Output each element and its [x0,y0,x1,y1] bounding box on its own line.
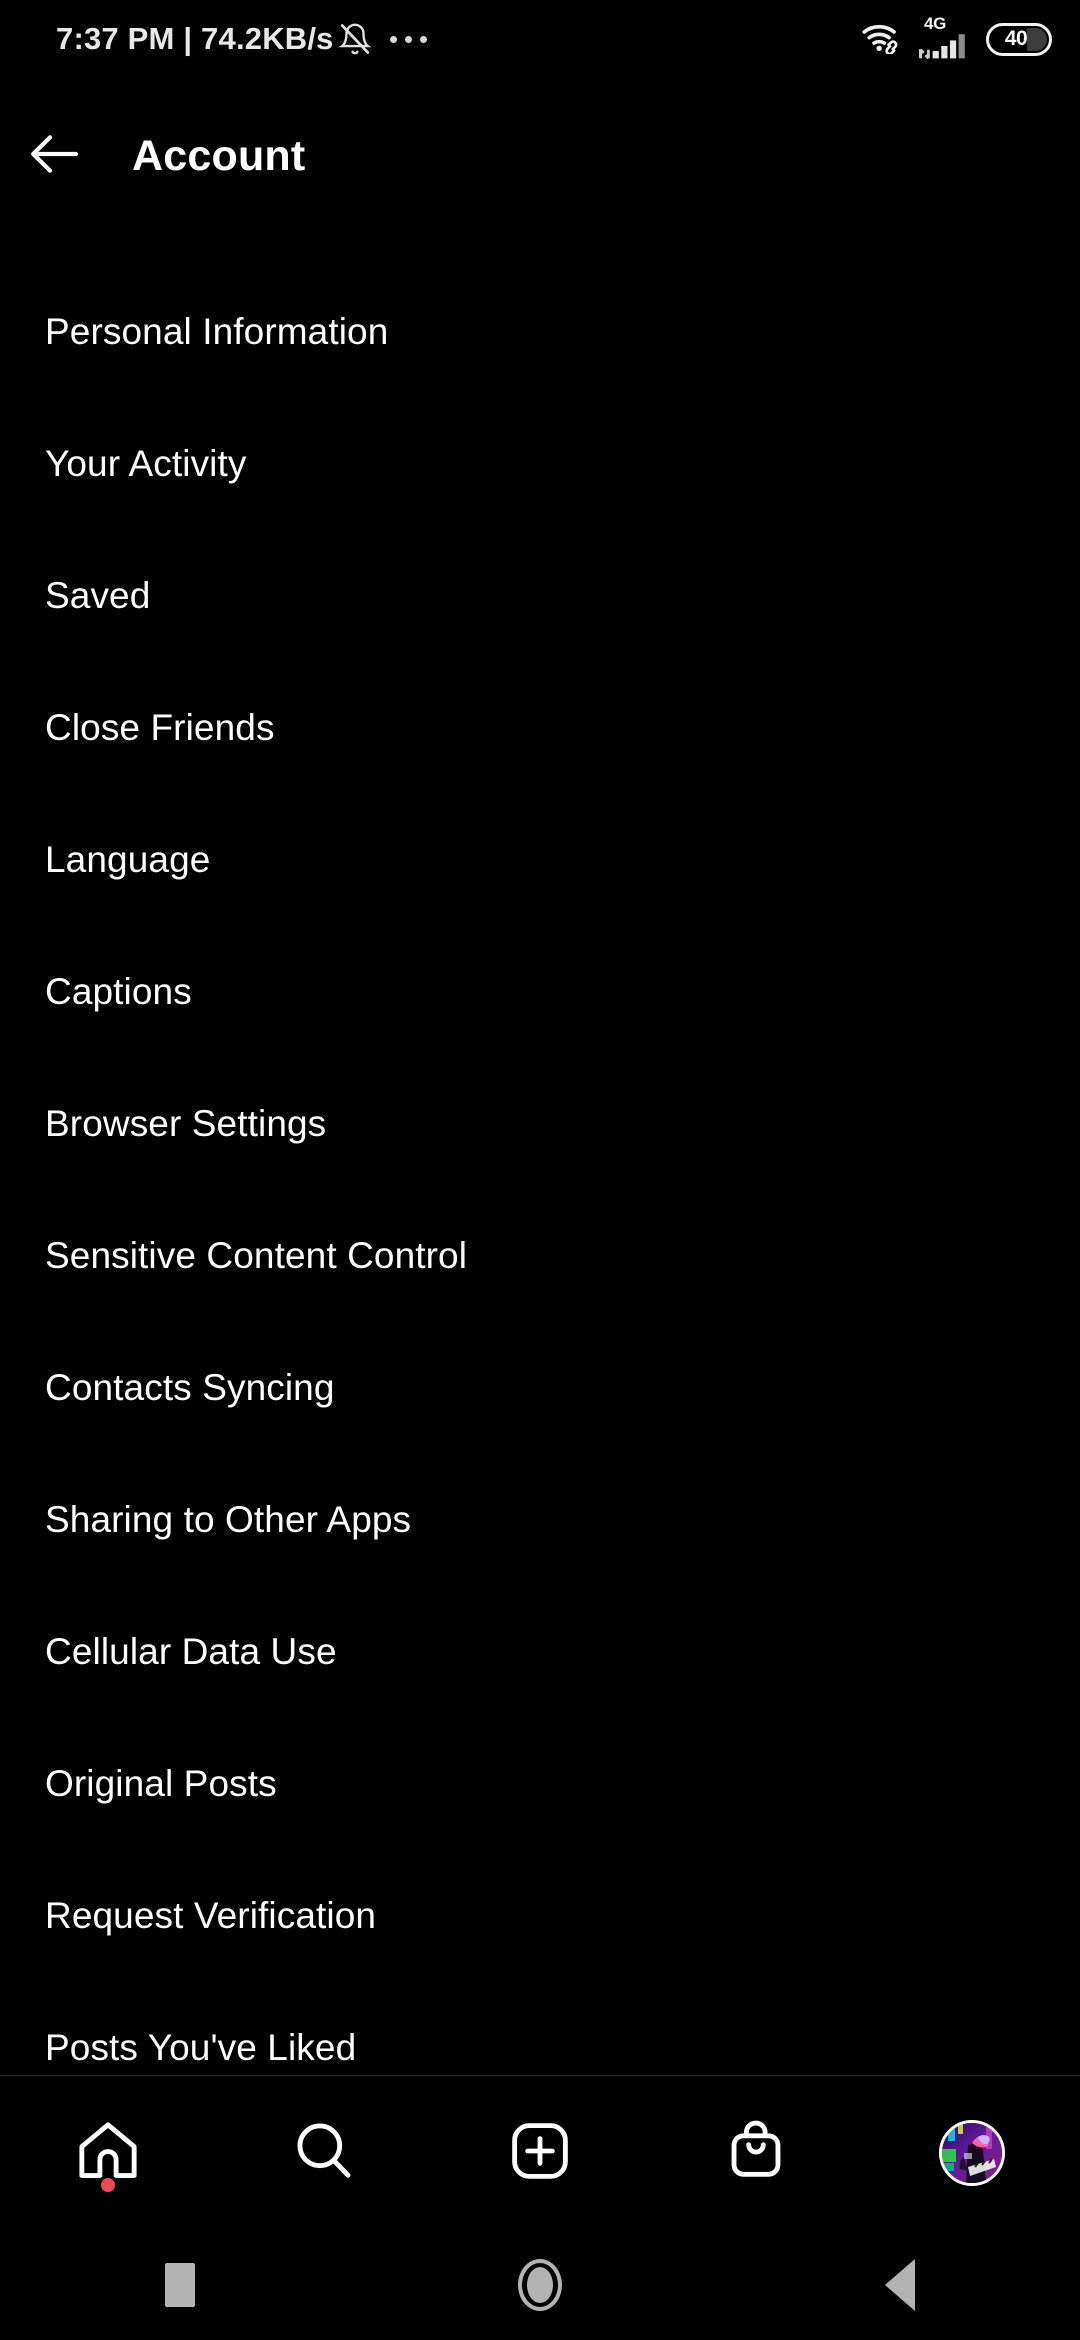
menu-item-label: Language [45,838,211,880]
menu-item-sharing-to-other-apps[interactable]: Sharing to Other Apps [0,1453,1080,1585]
bottom-navigation-bar [0,2076,1080,2230]
menu-item-your-activity[interactable]: Your Activity [0,397,1080,529]
clock-and-network-speed: 7:37 PM | 74.2KB/s [56,21,334,56]
menu-item-label: Your Activity [45,442,247,484]
android-home-button[interactable] [360,2230,720,2340]
menu-item-personal-information[interactable]: Personal Information [0,265,1080,397]
menu-item-label: Cellular Data Use [45,1630,337,1672]
nav-profile-button[interactable] [864,2076,1080,2230]
nav-shop-button[interactable] [648,2076,864,2230]
shopping-bag-icon [722,2117,790,2190]
battery-indicator: 40 [986,22,1052,56]
status-bar-right: 4G 40 [860,15,1052,64]
menu-item-request-verification[interactable]: Request Verification [0,1849,1080,1981]
menu-item-label: Sharing to Other Apps [45,1498,412,1540]
nav-search-button[interactable] [216,2076,432,2230]
status-bar-left: 7:37 PM | 74.2KB/s [56,21,427,57]
account-settings-list[interactable]: Personal Information Your Activity Saved… [0,265,1080,2075]
menu-item-posts-youve-liked[interactable]: Posts You've Liked [0,1981,1080,2075]
bell-muted-icon [337,22,372,56]
menu-item-browser-settings[interactable]: Browser Settings [0,1057,1080,1189]
nav-create-button[interactable] [432,2076,648,2230]
arrow-left-icon [28,131,82,182]
menu-item-contacts-syncing[interactable]: Contacts Syncing [0,1321,1080,1453]
search-icon [290,2117,358,2190]
plus-square-icon [506,2117,574,2190]
avatar [939,2120,1005,2186]
android-system-navigation [0,2230,1080,2340]
menu-item-label: Saved [45,574,151,616]
menu-item-cellular-data-use[interactable]: Cellular Data Use [0,1585,1080,1717]
menu-item-label: Browser Settings [45,1102,327,1144]
menu-item-captions[interactable]: Captions [0,925,1080,1057]
back-button[interactable] [0,108,110,204]
menu-item-language[interactable]: Language [0,793,1080,925]
status-bar: 7:37 PM | 74.2KB/s 4G 40 [0,0,1080,78]
menu-item-label: Captions [45,970,192,1012]
square-icon [165,2263,195,2307]
menu-item-label: Original Posts [45,1762,277,1804]
menu-item-label: Personal Information [45,310,389,352]
more-dots-icon [389,35,427,43]
menu-item-close-friends[interactable]: Close Friends [0,661,1080,793]
triangle-back-icon [885,2259,915,2311]
menu-item-original-posts[interactable]: Original Posts [0,1717,1080,1849]
menu-item-sensitive-content-control[interactable]: Sensitive Content Control [0,1189,1080,1321]
android-recents-button[interactable] [0,2230,360,2340]
circle-icon [518,2259,562,2311]
android-back-button[interactable] [720,2230,1080,2340]
home-notification-badge [101,2178,115,2192]
signal-bars-icon [918,33,971,64]
menu-item-saved[interactable]: Saved [0,529,1080,661]
nav-home-button[interactable] [0,2076,216,2230]
menu-item-label: Close Friends [45,706,275,748]
menu-item-label: Contacts Syncing [45,1366,335,1408]
page-header: Account [0,108,1080,204]
wifi-link-icon [860,20,904,59]
cellular-signal-indicator: 4G [918,15,971,64]
menu-item-label: Sensitive Content Control [45,1234,468,1276]
page-title: Account [132,131,306,180]
menu-item-label: Request Verification [45,1894,377,1936]
phone-screen: 7:37 PM | 74.2KB/s 4G 40 Account Persona… [0,0,1080,2340]
menu-item-label: Posts You've Liked [45,2026,357,2068]
